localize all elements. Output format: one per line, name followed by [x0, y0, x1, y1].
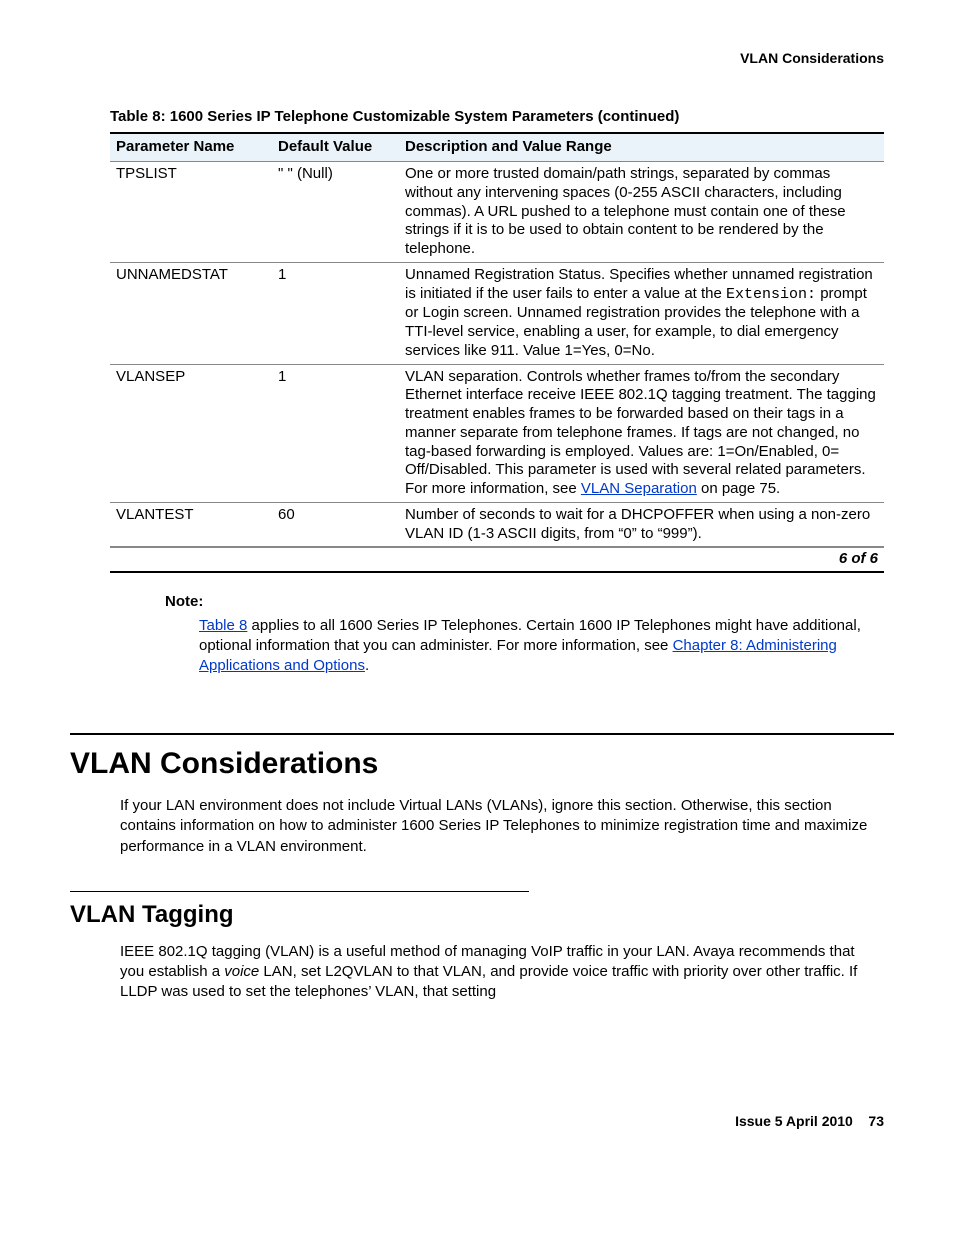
cell-default: 1 [272, 262, 399, 364]
note-label: Note: [165, 593, 874, 612]
table-row: UNNAMEDSTAT 1 Unnamed Registration Statu… [110, 262, 884, 364]
subsection-heading-vlan-tagging: VLAN Tagging [70, 900, 894, 930]
subsection-divider [70, 891, 529, 892]
subsection-paragraph: IEEE 802.1Q tagging (VLAN) is a useful m… [120, 942, 874, 1003]
page-footer: Issue 5 April 2010 73 [60, 1113, 884, 1131]
table-8-link[interactable]: Table 8 [199, 617, 247, 634]
cell-default: 60 [272, 502, 399, 547]
cell-param: UNNAMEDSTAT [110, 262, 272, 364]
th-description: Description and Value Range [399, 133, 884, 161]
section-heading-vlan-considerations: VLAN Considerations [70, 745, 894, 783]
cell-param: TPSLIST [110, 162, 272, 263]
footer-issue: Issue 5 April 2010 [735, 1113, 853, 1129]
cell-default: " " (Null) [272, 162, 399, 263]
note-body: Table 8 applies to all 1600 Series IP Te… [199, 616, 874, 677]
note-block: Note: Table 8 applies to all 1600 Series… [165, 593, 874, 677]
emphasis-voice: voice [224, 963, 259, 980]
cell-desc: Unnamed Registration Status. Specifies w… [399, 262, 884, 364]
th-default-value: Default Value [272, 133, 399, 161]
code-text: Extension: [726, 286, 816, 303]
cell-desc: One or more trusted domain/path strings,… [399, 162, 884, 263]
running-header: VLAN Considerations [60, 50, 884, 68]
vlan-separation-link[interactable]: VLAN Separation [581, 480, 697, 497]
cell-desc: Number of seconds to wait for a DHCPOFFE… [399, 502, 884, 547]
cell-param: VLANSEP [110, 364, 272, 502]
parameters-table-area: Table 8: 1600 Series IP Telephone Custom… [110, 108, 884, 574]
section-paragraph: If your LAN environment does not include… [120, 796, 874, 857]
table-row: VLANSEP 1 VLAN separation. Controls whet… [110, 364, 884, 502]
table-row: VLANTEST 60 Number of seconds to wait fo… [110, 502, 884, 547]
table-row: TPSLIST " " (Null) One or more trusted d… [110, 162, 884, 263]
table-caption: Table 8: 1600 Series IP Telephone Custom… [110, 108, 884, 127]
section-divider [70, 733, 894, 735]
table-foot-pagination: 6 of 6 [110, 547, 884, 573]
cell-default: 1 [272, 364, 399, 502]
footer-page-number: 73 [868, 1113, 884, 1129]
parameters-table: Parameter Name Default Value Description… [110, 132, 884, 547]
cell-desc: VLAN separation. Controls whether frames… [399, 364, 884, 502]
cell-param: VLANTEST [110, 502, 272, 547]
th-parameter-name: Parameter Name [110, 133, 272, 161]
